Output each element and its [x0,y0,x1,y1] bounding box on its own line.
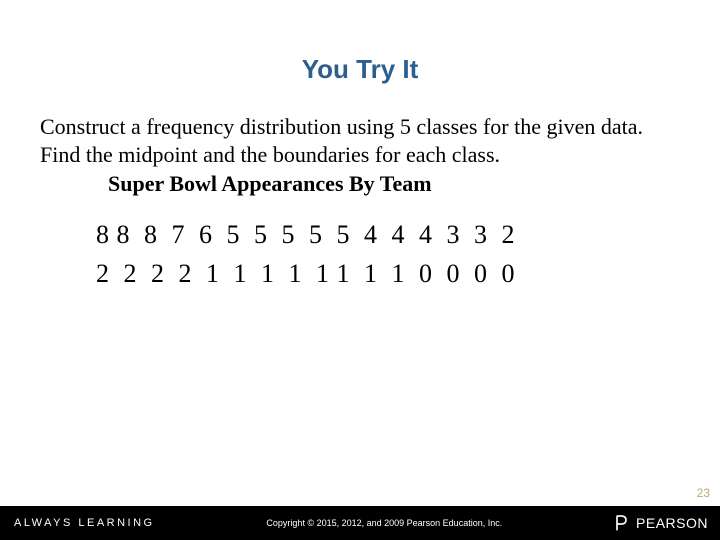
slide-title: You Try It [0,0,720,113]
footer-tagline: ALWAYS LEARNING [0,517,155,529]
instructions-text: Construct a frequency distribution using… [0,113,720,169]
data-subtitle: Super Bowl Appearances By Team [0,169,720,197]
footer-logo: PEARSON [614,514,720,532]
data-row-2: 2 2 2 2 1 1 1 1 1 1 1 1 0 0 0 0 [96,254,720,293]
pearson-icon [614,514,632,532]
slide: You Try It Construct a frequency distrib… [0,0,720,540]
footer-bar: ALWAYS LEARNING Copyright © 2015, 2012, … [0,506,720,540]
data-values: 8 8 8 7 6 5 5 5 5 5 4 4 4 3 3 2 2 2 2 2 … [0,197,720,293]
data-row-1: 8 8 8 7 6 5 5 5 5 5 4 4 4 3 3 2 [96,215,720,254]
footer-copyright: Copyright © 2015, 2012, and 2009 Pearson… [155,518,614,528]
pearson-brand-text: PEARSON [636,515,708,531]
page-number: 23 [697,486,710,500]
